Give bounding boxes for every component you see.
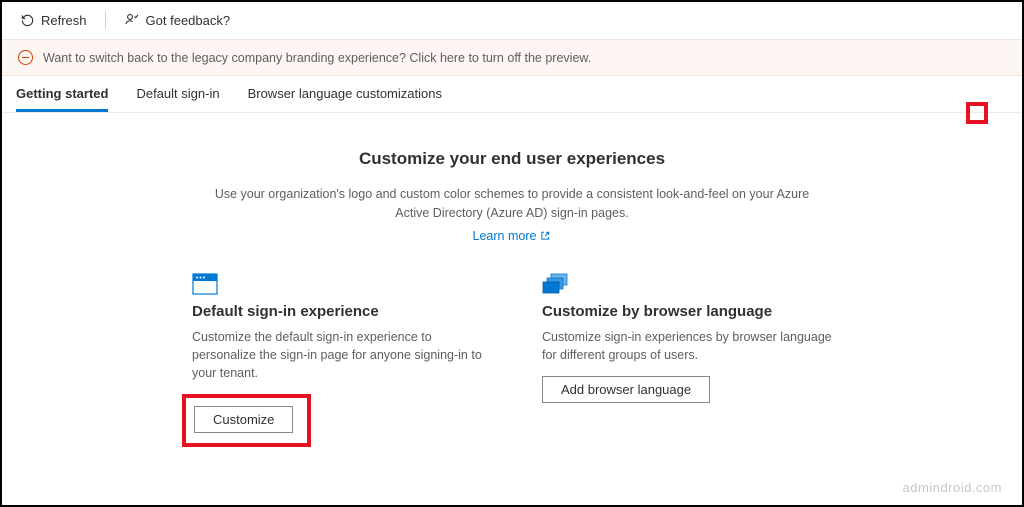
- learn-more-link[interactable]: Learn more: [473, 229, 552, 243]
- page-description: Use your organization's logo and custom …: [202, 185, 822, 223]
- window-icon: [192, 273, 482, 295]
- customize-button[interactable]: Customize: [194, 406, 293, 433]
- tab-strip: Getting started Default sign-in Browser …: [2, 76, 1022, 113]
- feedback-icon: [124, 12, 140, 28]
- refresh-button[interactable]: Refresh: [16, 11, 91, 30]
- page-headline: Customize your end user experiences: [62, 149, 962, 169]
- feedback-button[interactable]: Got feedback?: [120, 10, 235, 30]
- minus-circle-icon: [18, 50, 33, 65]
- tab-default-signin[interactable]: Default sign-in: [136, 76, 219, 112]
- preview-info-bar[interactable]: Want to switch back to the legacy compan…: [2, 39, 1022, 76]
- tab-getting-started[interactable]: Getting started: [16, 76, 108, 112]
- card-default-title: Default sign-in experience: [192, 303, 482, 320]
- card-browser-language: Customize by browser language Customize …: [542, 273, 832, 447]
- learn-more-label: Learn more: [473, 229, 537, 243]
- refresh-label: Refresh: [41, 13, 87, 28]
- cards-row: Default sign-in experience Customize the…: [62, 273, 962, 447]
- watermark: admindroid.com: [903, 480, 1003, 495]
- toolbar-divider: [105, 11, 106, 29]
- main-content: Customize your end user experiences Use …: [2, 113, 1022, 447]
- tab-browser-lang[interactable]: Browser language customizations: [248, 76, 442, 112]
- card-default-desc: Customize the default sign-in experience…: [192, 328, 482, 382]
- annotation-highlight-customize: Customize: [182, 394, 311, 447]
- feedback-label: Got feedback?: [146, 13, 231, 28]
- card-browser-title: Customize by browser language: [542, 303, 832, 320]
- refresh-icon: [20, 13, 35, 28]
- info-bar-text: Want to switch back to the legacy compan…: [43, 51, 591, 65]
- card-browser-desc: Customize sign-in experiences by browser…: [542, 328, 832, 364]
- add-browser-language-button[interactable]: Add browser language: [542, 376, 710, 403]
- layers-icon: [542, 273, 832, 295]
- card-default-signin: Default sign-in experience Customize the…: [192, 273, 482, 447]
- external-link-icon: [540, 230, 551, 241]
- annotation-highlight-box: [966, 102, 988, 124]
- command-bar: Refresh Got feedback?: [2, 2, 1022, 39]
